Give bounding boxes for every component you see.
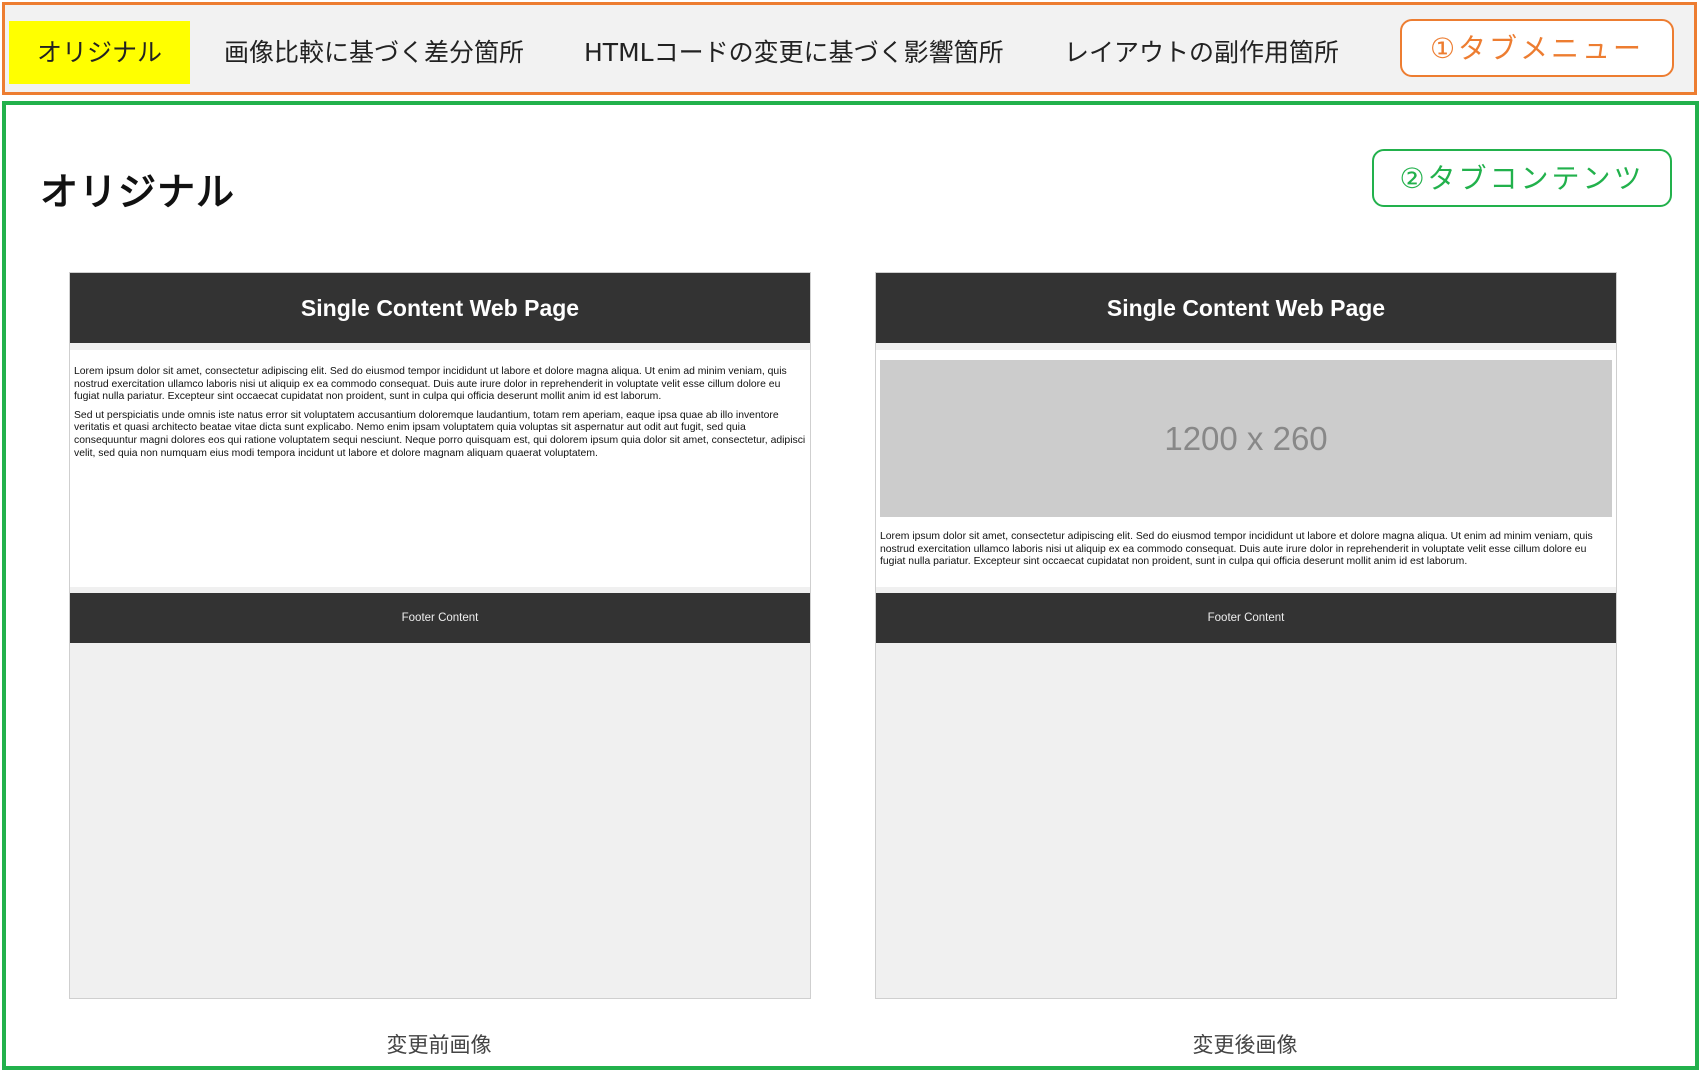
tab-original[interactable]: オリジナル	[9, 21, 191, 84]
page-footer: Footer Content	[876, 593, 1616, 643]
page-main: 1200 x 260 Lorem ipsum dolor sit amet, c…	[876, 350, 1616, 587]
after-caption: 変更後画像	[1192, 1033, 1298, 1057]
before-caption: 変更前画像	[386, 1033, 492, 1057]
paragraph: Lorem ipsum dolor sit amet, consectetur …	[74, 366, 787, 403]
tab-image-diff[interactable]: 画像比較に基づく差分箇所	[224, 21, 524, 84]
tab-content: オリジナル ②タブコンテンツ Single Content Web Page L…	[2, 101, 1699, 1070]
content-title: オリジナル	[40, 170, 236, 214]
tab-html-impact[interactable]: HTMLコードの変更に基づく影響箇所	[584, 21, 1004, 84]
tab-menu-callout: ①タブメニュー	[1400, 19, 1674, 77]
page-footer: Footer Content	[70, 593, 810, 643]
page-header: Single Content Web Page	[876, 273, 1616, 343]
page-header: Single Content Web Page	[70, 273, 810, 343]
paragraph: Lorem ipsum dolor sit amet, consectetur …	[880, 531, 1593, 568]
tab-layout-side-effects[interactable]: レイアウトの副作用箇所	[1064, 21, 1339, 84]
page-main: Lorem ipsum dolor sit amet, consectetur …	[70, 350, 810, 587]
paragraph: Sed ut perspiciatis unde omnis iste natu…	[74, 409, 806, 459]
tab-content-callout: ②タブコンテンツ	[1372, 149, 1672, 207]
image-placeholder: 1200 x 260	[880, 360, 1612, 517]
before-screenshot: Single Content Web Page Lorem ipsum dolo…	[69, 272, 811, 999]
tab-menu: オリジナル 画像比較に基づく差分箇所 HTMLコードの変更に基づく影響箇所 レイ…	[2, 2, 1697, 95]
after-screenshot: Single Content Web Page 1200 x 260 Lorem…	[875, 272, 1617, 999]
